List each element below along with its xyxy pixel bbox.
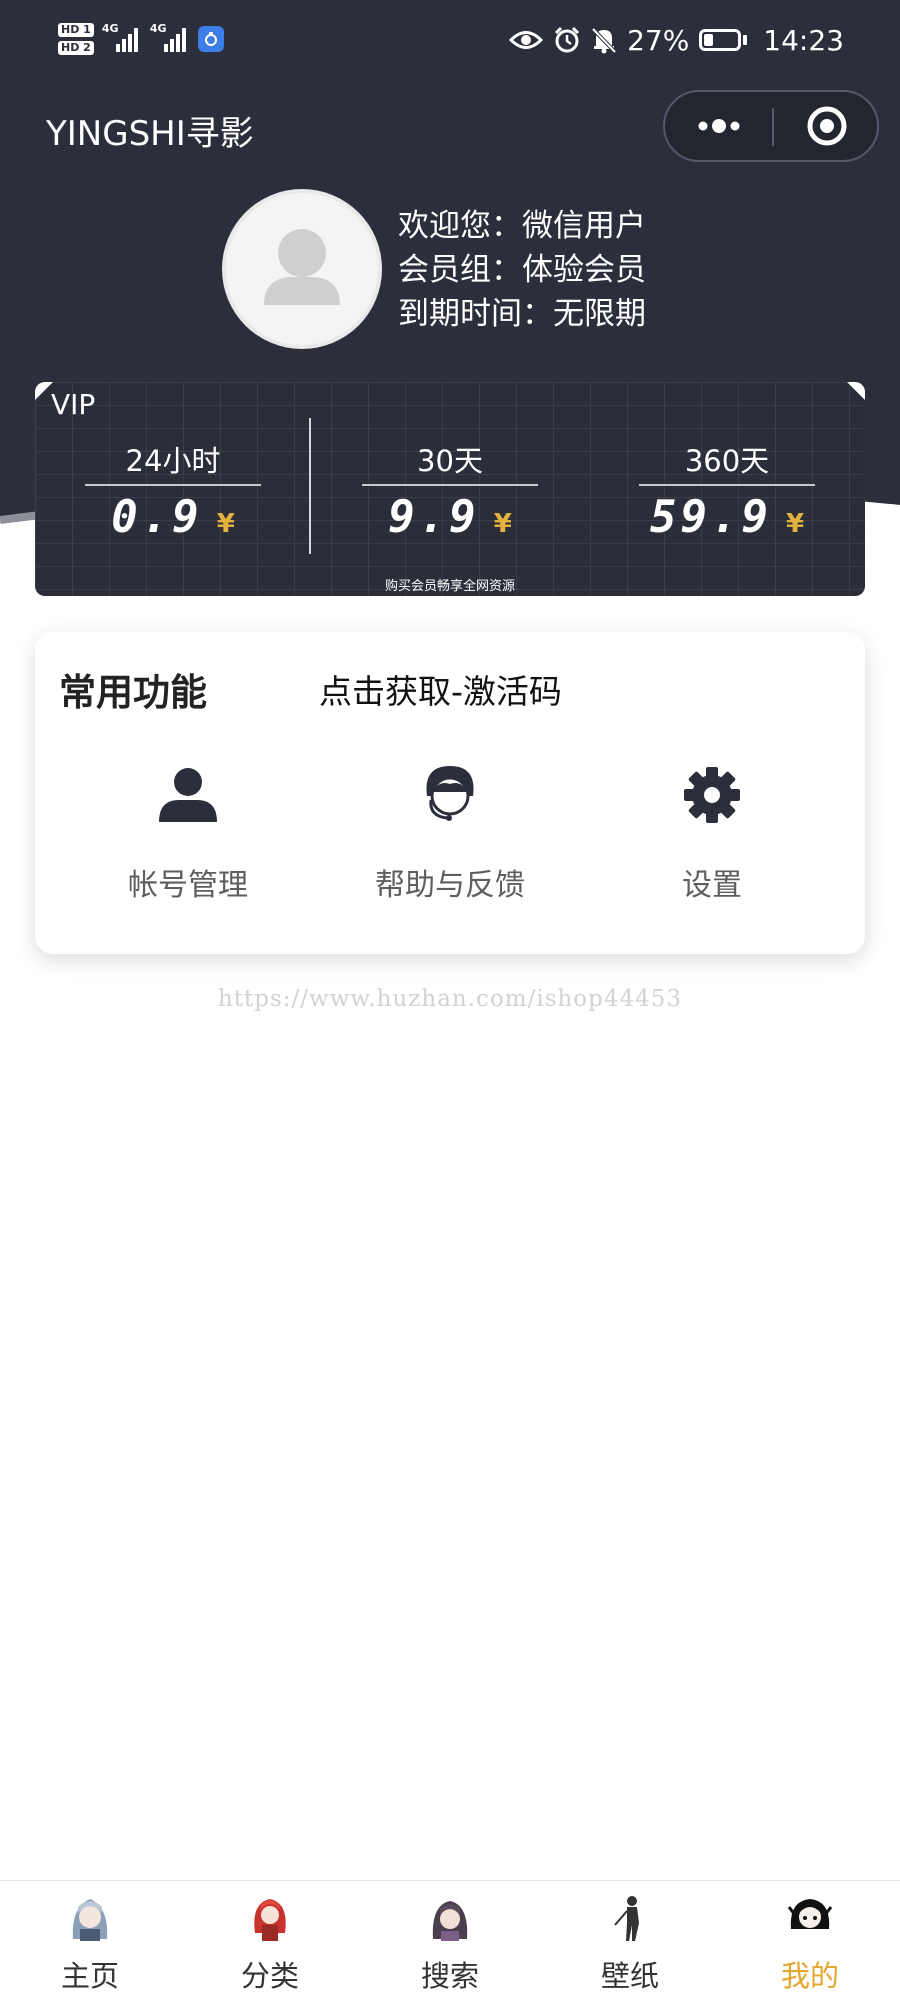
eye-icon: [509, 31, 544, 49]
tab-label: 我的: [780, 1959, 839, 1993]
expire-text: 到期时间：无限期: [398, 296, 646, 332]
bell-off-icon: [591, 27, 617, 54]
plan-name: 30天: [362, 438, 538, 486]
signal-icon: 4G: [102, 22, 142, 52]
app-title: YINGSHI寻影: [46, 114, 254, 154]
plan-name: 360天: [639, 438, 815, 486]
corner-decoration-right: [847, 382, 865, 400]
vip-plan-360d[interactable]: 360天 59.9 ¥: [639, 438, 815, 543]
function-label: 设置: [682, 868, 742, 903]
anime-girl-category-icon: [254, 1899, 286, 1941]
tab-bar: 主页 分类 搜索 壁纸 我的: [0, 1880, 900, 2001]
vip-plan-24h[interactable]: 24小时 0.9 ¥: [85, 438, 261, 543]
functions-title: 常用功能: [59, 671, 207, 714]
signal-icon-2: 4G: [150, 22, 190, 52]
sim1-label: HD 1: [58, 23, 94, 37]
more-dots-icon: [698, 119, 739, 133]
tab-search[interactable]: 搜索: [360, 1881, 540, 2001]
tab-category[interactable]: 分类: [180, 1881, 360, 2001]
network2-label: 4G: [149, 22, 167, 35]
tab-label: 壁纸: [600, 1959, 659, 1993]
function-label: 帐号管理: [128, 868, 248, 903]
plan-currency: ¥: [785, 509, 805, 539]
plan-name: 24小时: [85, 438, 261, 486]
close-button[interactable]: [774, 92, 879, 160]
network1-label: 4G: [101, 22, 119, 35]
profile-info: 欢迎您：微信用户 会员组：体验会员 到期时间：无限期: [398, 204, 646, 336]
app-notification-icon: [197, 26, 224, 52]
sim-indicators: HD 1 HD 2: [58, 23, 94, 55]
alarm-icon: [555, 26, 580, 53]
plan-price: 9.9: [388, 492, 480, 543]
gear-icon: [684, 767, 740, 823]
avatar[interactable]: [226, 193, 378, 345]
welcome-text: 欢迎您：微信用户: [398, 208, 646, 244]
vip-divider: [309, 418, 311, 554]
tab-mine[interactable]: 我的: [720, 1881, 900, 2001]
tab-wallpaper[interactable]: 壁纸: [540, 1881, 720, 2001]
tab-label: 搜索: [420, 1959, 479, 1993]
get-activation-code-link[interactable]: 点击获取-激活码: [319, 665, 562, 713]
target-close-icon: [807, 106, 846, 146]
battery-percent: 27%: [627, 23, 690, 57]
plan-price: 59.9: [649, 492, 772, 543]
help-feedback-button[interactable]: 帮助与反馈: [340, 760, 560, 904]
anime-girl-mine-icon: [787, 1899, 833, 1929]
silhouette-wallpaper-icon: [614, 1896, 639, 1941]
anime-girl-search-icon: [432, 1901, 468, 1941]
status-bar: HD 1 HD 2 4G 4G 27% 14:23: [0, 0, 900, 80]
settings-button[interactable]: 设置: [602, 760, 822, 904]
clock-time: 14:23: [763, 23, 844, 57]
customer-service-icon: [426, 766, 474, 821]
common-functions-card: 常用功能 点击获取-激活码 帐号管理 帮助与反馈 设置: [35, 632, 865, 954]
vip-label: VIP: [51, 388, 96, 421]
watermark-url: https://www.huzhan.com/ishop44453: [217, 986, 683, 1012]
plan-currency: ¥: [493, 509, 512, 539]
battery-fill: [704, 34, 713, 46]
vip-card: VIP 24小时 0.9 ¥ 30天 9.9 ¥ 360天 59.9 ¥ 购买会…: [35, 382, 865, 596]
tab-label: 主页: [60, 1959, 119, 1993]
vip-plan-30d[interactable]: 30天 9.9 ¥: [362, 438, 538, 543]
plan-currency: ¥: [216, 509, 235, 539]
account-management-button[interactable]: 帐号管理: [78, 760, 298, 904]
function-label: 帮助与反馈: [375, 868, 525, 903]
battery-icon: [699, 29, 748, 51]
tab-label: 分类: [240, 1959, 299, 1993]
user-icon: [159, 768, 217, 822]
tab-home[interactable]: 主页: [0, 1881, 180, 2001]
sim2-label: HD 2: [58, 41, 94, 55]
more-button[interactable]: [665, 92, 772, 160]
plan-price: 0.9: [111, 492, 203, 543]
default-avatar-icon: [264, 229, 340, 305]
mini-program-capsule: [663, 90, 879, 162]
member-group-text: 会员组：体验会员: [398, 252, 646, 288]
vip-note: 购买会员畅享全网资源: [384, 579, 515, 594]
anime-girl-home-icon: [72, 1899, 108, 1941]
